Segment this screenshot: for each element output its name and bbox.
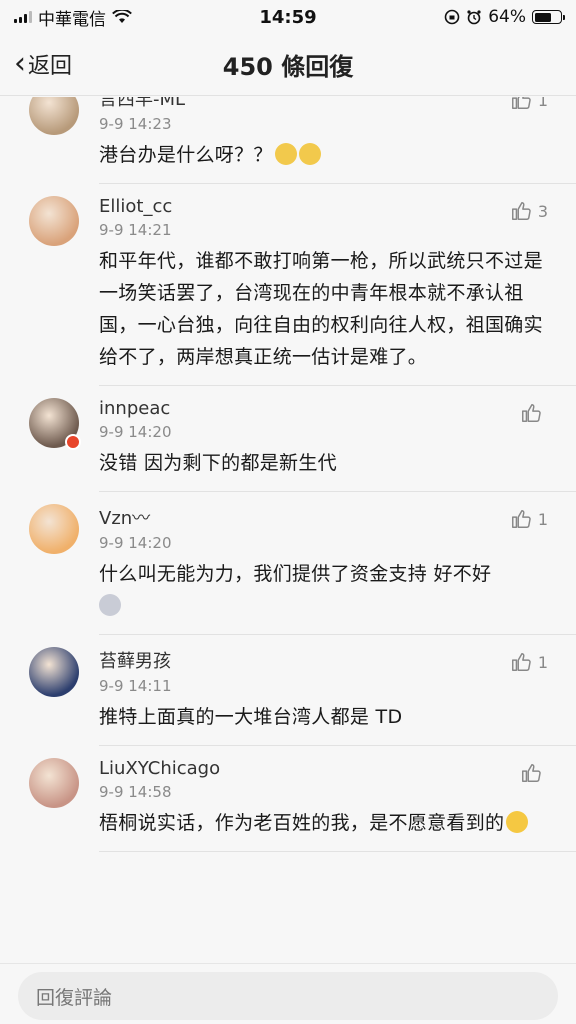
thumbs-up-icon xyxy=(522,764,541,782)
like-button[interactable] xyxy=(520,402,548,424)
emoji-icon xyxy=(274,143,297,165)
avatar[interactable] xyxy=(29,647,79,697)
comment-text-content: 梧桐说实话，作为老百姓的我，是不愿意看到的 xyxy=(99,812,505,834)
like-button[interactable]: 1 xyxy=(510,97,548,111)
comment-item[interactable]: Elliot_cc 9-9 14:21 和平年代，谁都不敢打响第一枪，所以武统只… xyxy=(0,184,576,386)
status-time: 14:59 xyxy=(259,6,317,28)
comment-time: 9-9 14:21 xyxy=(99,221,172,239)
battery-icon xyxy=(532,10,565,24)
carrier-label: 中華電信 xyxy=(38,9,106,30)
comment-author[interactable]: innpeac xyxy=(99,398,546,419)
comment-time: 9-9 14:20 xyxy=(99,423,172,441)
comment-item[interactable]: innpeac 9-9 14:20 没错 因为剩下的都是新生代 xyxy=(0,386,576,492)
comment-item[interactable]: 苔藓男孩 9-9 14:11 推特上面真的一大堆台湾人都是 TD 1 xyxy=(0,635,576,746)
page-title: 450 條回復 xyxy=(222,53,354,81)
comment-list[interactable]: 言西早-ML 9-9 14:23 港台办是什么呀？？ 1 Elliot_cc 9… xyxy=(0,97,576,963)
like-count: 1 xyxy=(537,97,548,110)
rotation-lock-icon xyxy=(444,9,460,25)
alarm-icon xyxy=(467,10,481,25)
comment-text: 什么叫无能为力，我们提供了资金支持 好不好 xyxy=(99,558,546,622)
avatar[interactable] xyxy=(29,97,79,135)
comment-text-content: 港台办是什么呀？？ xyxy=(99,144,273,166)
nav-bar: ‹ 返回 450 條回復 xyxy=(0,34,576,96)
chevron-left-icon: ‹ xyxy=(14,46,26,81)
emoji-icon xyxy=(99,594,121,616)
comment-text-content: 什么叫无能为力，我们提供了资金支持 好不好 xyxy=(99,563,492,585)
avatar[interactable] xyxy=(29,758,79,808)
back-button[interactable]: ‹ 返回 xyxy=(14,48,72,80)
comment-time: 9-9 14:20 xyxy=(99,534,172,552)
comment-item[interactable]: 言西早-ML 9-9 14:23 港台办是什么呀？？ 1 xyxy=(0,97,576,184)
like-button[interactable] xyxy=(520,762,548,784)
wifi-icon xyxy=(112,10,132,23)
status-right: 64% xyxy=(444,7,565,27)
comment-body: 苔藓男孩 9-9 14:11 推特上面真的一大堆台湾人都是 TD xyxy=(99,635,576,746)
comment-body: Vzn〰 9-9 14:20 什么叫无能为力，我们提供了资金支持 好不好 xyxy=(99,492,576,635)
comment-time: 9-9 14:23 xyxy=(99,115,172,133)
status-bar: 中華電信 14:59 64% xyxy=(0,0,576,34)
emoji-icon xyxy=(298,143,321,165)
comment-author[interactable]: 言西早-ML xyxy=(99,97,546,111)
comment-item[interactable]: LiuXYChicago 9-9 14:58 梧桐说实话，作为老百姓的我，是不愿… xyxy=(0,746,576,852)
comment-time: 9-9 14:11 xyxy=(99,677,172,695)
comment-author[interactable]: Elliot_cc xyxy=(99,196,546,217)
like-count: 1 xyxy=(537,509,548,529)
back-label: 返回 xyxy=(28,54,73,79)
reply-input[interactable]: 回復評論 xyxy=(18,972,558,1020)
footer-bar: 回復評論 xyxy=(0,963,576,1024)
comment-body: LiuXYChicago 9-9 14:58 梧桐说实话，作为老百姓的我，是不愿… xyxy=(99,746,576,852)
like-button[interactable]: 3 xyxy=(510,200,548,222)
verified-badge-icon xyxy=(65,434,81,450)
comment-time: 9-9 14:58 xyxy=(99,783,172,801)
avatar[interactable] xyxy=(29,196,79,246)
comment-item[interactable]: Vzn〰 9-9 14:20 什么叫无能为力，我们提供了资金支持 好不好 1 xyxy=(0,492,576,635)
status-left: 中華電信 xyxy=(14,5,132,30)
avatar[interactable] xyxy=(29,398,81,450)
signal-icon xyxy=(14,11,32,23)
like-count: 3 xyxy=(537,201,548,221)
comment-text: 推特上面真的一大堆台湾人都是 TD xyxy=(99,706,403,728)
thumbs-up-icon xyxy=(511,202,531,220)
comment-author[interactable]: 苔藓男孩 xyxy=(99,647,546,673)
emoji-icon xyxy=(506,811,529,833)
comment-text: 和平年代，谁都不敢打响第一枪，所以武统只不过是一场笑话罢了，台湾现在的中青年根本… xyxy=(99,250,543,368)
like-button[interactable]: 1 xyxy=(510,508,548,530)
comment-text: 梧桐说实话，作为老百姓的我，是不愿意看到的 xyxy=(99,807,546,839)
comment-text: 港台办是什么呀？？ xyxy=(99,139,546,171)
comment-text: 没错 因为剩下的都是新生代 xyxy=(99,452,337,474)
comment-body: 言西早-ML 9-9 14:23 港台办是什么呀？？ xyxy=(99,97,576,184)
avatar[interactable] xyxy=(29,504,79,554)
like-button[interactable]: 1 xyxy=(510,651,548,673)
comment-author[interactable]: Vzn〰 xyxy=(99,504,546,530)
comment-author[interactable]: LiuXYChicago xyxy=(99,758,546,779)
like-count: 1 xyxy=(537,652,548,672)
thumbs-up-icon xyxy=(511,97,531,109)
comment-body: innpeac 9-9 14:20 没错 因为剩下的都是新生代 xyxy=(99,386,576,492)
thumbs-up-icon xyxy=(511,653,531,671)
comment-body: Elliot_cc 9-9 14:21 和平年代，谁都不敢打响第一枪，所以武统只… xyxy=(99,184,576,386)
thumbs-up-icon xyxy=(511,510,531,528)
battery-percent: 64% xyxy=(488,7,526,27)
thumbs-up-icon xyxy=(522,404,541,422)
